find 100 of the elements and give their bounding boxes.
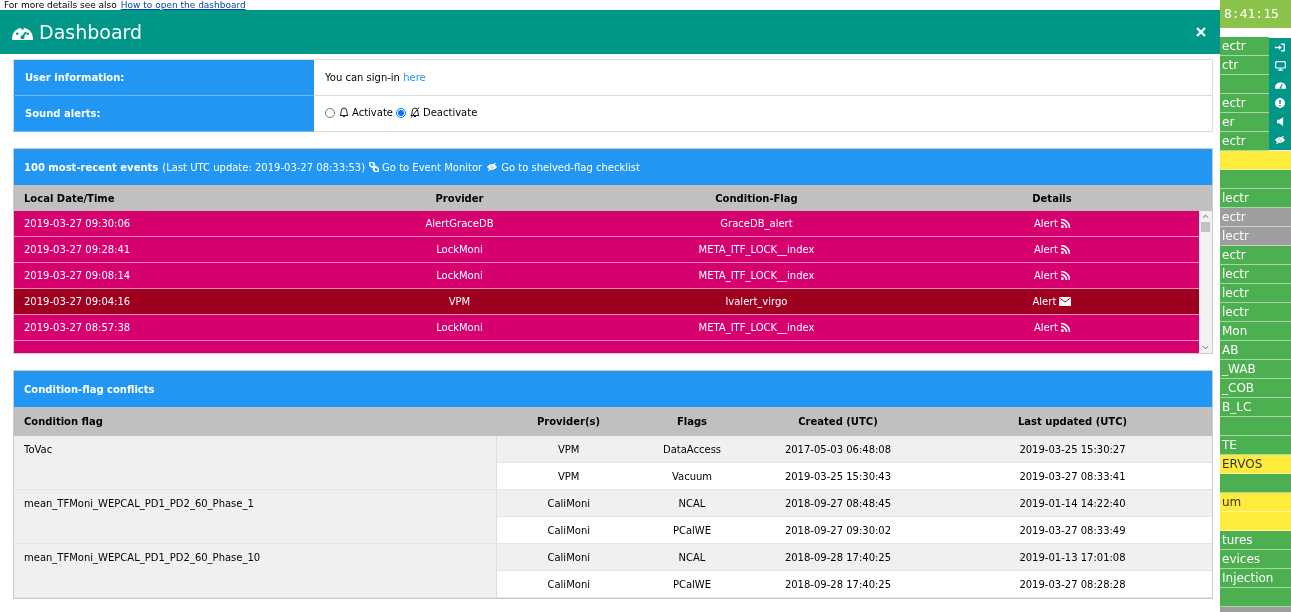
table-cell-text: LockMoni — [435, 270, 484, 281]
close-icon — [1196, 27, 1206, 37]
status-item[interactable]: lectr — [1220, 303, 1291, 322]
alert-link[interactable]: Alert — [1034, 244, 1070, 255]
radio-label: Deactivate — [423, 107, 478, 119]
table-cell: DataAccess — [641, 436, 743, 463]
status-item[interactable]: ctr — [1220, 56, 1269, 75]
sign-in-icon[interactable] — [1275, 42, 1285, 52]
table-cell: Vacuum — [641, 462, 743, 490]
table-cell: 2018-09-27 09:30:02 — [743, 516, 933, 544]
status-item[interactable]: TE — [1220, 436, 1291, 455]
status-item[interactable]: AB — [1220, 341, 1291, 360]
event-row[interactable]: 2019-03-27 09:04:16 VPM lvalert_virgo Alert — [14, 289, 1199, 315]
column-header: Details — [1031, 192, 1073, 204]
table-cell: 2019-01-13 17:01:08 — [933, 543, 1212, 571]
status-item[interactable] — [1220, 170, 1291, 189]
table-cell: CaliMoni — [496, 489, 641, 517]
table-cell: PCalWE — [641, 516, 743, 544]
table-cell-text: 2019-03-27 08:57:38 — [23, 322, 132, 333]
status-item[interactable]: lectr — [1220, 284, 1291, 303]
alert-link[interactable]: Alert — [1034, 322, 1070, 333]
status-item[interactable]: ectr — [1220, 246, 1291, 265]
status-item[interactable]: ERVOS — [1220, 455, 1291, 474]
table-cell: 2019-03-27 08:33:49 — [933, 516, 1212, 544]
table-cell: NCAL — [641, 543, 743, 571]
scrollbar-thumb[interactable] — [1201, 222, 1210, 232]
update-time: (Last UTC update: 2019-03-27 08:33:53) — [162, 161, 366, 173]
status-item[interactable]: ectr — [1220, 132, 1269, 151]
scroll-up-icon[interactable] — [1202, 214, 1209, 219]
status-item[interactable]: _COB — [1220, 379, 1291, 398]
dashboard-icon[interactable] — [1274, 80, 1286, 89]
status-item[interactable]: _WAB — [1220, 360, 1291, 379]
column-header: Condition flag — [14, 407, 496, 436]
clock: 8:41:15 — [1220, 0, 1291, 28]
table-cell: CaliMoni — [496, 570, 641, 598]
alert-link[interactable]: Alert — [1034, 270, 1070, 281]
column-header: Condition-Flag — [714, 192, 799, 204]
radio-button[interactable] — [325, 107, 335, 118]
panel-link[interactable]: Go to shelved-flag checklist — [486, 161, 640, 173]
dashboard-help-link[interactable]: How to open the dashboard — [120, 0, 246, 10]
table-cell-text: META_ITF_LOCK__index — [697, 244, 816, 255]
table-cell: 2018-09-27 08:48:45 — [743, 489, 933, 517]
status-item[interactable]: Injection — [1220, 569, 1291, 588]
rss-icon — [1061, 219, 1070, 228]
status-item[interactable] — [1220, 75, 1269, 94]
event-row[interactable]: 2019-03-27 09:30:06 AlertGraceDB GraceDB_alert Alert — [14, 211, 1199, 237]
column-header: Provider — [434, 192, 485, 204]
table-cell-text: GraceDB_alert — [719, 218, 794, 229]
close-button[interactable] — [1194, 25, 1208, 39]
bell-slash-icon — [410, 107, 420, 119]
status-item[interactable]: ectr — [1220, 94, 1269, 113]
column-header: Flags — [641, 407, 743, 436]
eye-slash-icon — [1274, 135, 1286, 146]
status-item[interactable]: er — [1220, 113, 1269, 132]
status-item[interactable]: tures — [1220, 531, 1291, 550]
speaker-icon[interactable] — [1276, 117, 1284, 127]
alert-link[interactable]: Alert — [1032, 296, 1072, 307]
table-cell: CaliMoni — [496, 516, 641, 544]
table-cell-text: META_ITF_LOCK__index — [697, 322, 816, 333]
table-cell-text: META_ITF_LOCK__index — [697, 270, 816, 281]
column-header: Last updated (UTC) — [933, 407, 1212, 436]
alert-link[interactable]: Alert — [1034, 218, 1070, 229]
table-cell: 2018-09-28 17:40:25 — [743, 570, 933, 598]
table-cell: PCalWE — [641, 570, 743, 598]
scroll-down-icon[interactable] — [1202, 345, 1209, 350]
status-item[interactable]: lectr — [1220, 189, 1291, 208]
info-label: Sound alerts: — [13, 95, 314, 132]
status-item[interactable] — [1220, 417, 1291, 436]
exclamation-icon[interactable] — [1275, 98, 1285, 109]
status-item[interactable]: ectr — [1220, 208, 1291, 227]
eye-slash-icon — [486, 162, 499, 172]
rss-icon — [1061, 271, 1070, 280]
table-cell: 2019-03-25 15:30:43 — [743, 462, 933, 490]
info-label: User information: — [13, 59, 314, 96]
status-item[interactable] — [1220, 474, 1291, 493]
status-item[interactable]: um — [1220, 493, 1291, 512]
dashboard-icon — [12, 24, 33, 40]
table-cell-text: LockMoni — [435, 244, 484, 255]
status-item[interactable]: B_LC — [1220, 398, 1291, 417]
table-cell: ToVac — [14, 436, 496, 490]
sign-in-link[interactable]: here — [403, 72, 426, 83]
status-item[interactable]: lectr — [1220, 265, 1291, 284]
bell-icon — [339, 107, 349, 119]
event-row[interactable]: 2019-03-27 08:57:38 LockMoni META_ITF_LOCK__index Alert — [14, 315, 1199, 341]
radio-button[interactable] — [396, 107, 406, 118]
status-item[interactable]: ectr — [1220, 37, 1269, 56]
status-item[interactable]: evices — [1220, 550, 1291, 569]
table-cell: CaliMoni — [496, 543, 641, 571]
rss-icon — [1061, 323, 1070, 332]
event-row[interactable]: 2019-03-27 09:28:41 LockMoni META_ITF_LOCK__index Alert — [14, 237, 1199, 263]
status-item[interactable] — [1220, 588, 1291, 607]
dialog-title: Dashboard — [39, 21, 143, 43]
link-icon — [369, 162, 380, 172]
monitor-icon[interactable] — [1274, 60, 1286, 71]
panel-link[interactable]: Go to Event Monitor — [369, 161, 483, 173]
status-item[interactable]: Mon — [1220, 322, 1291, 341]
table-cell: 2019-03-27 08:33:41 — [933, 462, 1212, 490]
status-item[interactable]: lectr — [1220, 227, 1291, 246]
event-row[interactable]: 2019-03-27 09:08:14 LockMoni META_ITF_LOCK__index Alert — [14, 263, 1199, 289]
table-cell-text: lvalert_virgo — [724, 296, 789, 307]
